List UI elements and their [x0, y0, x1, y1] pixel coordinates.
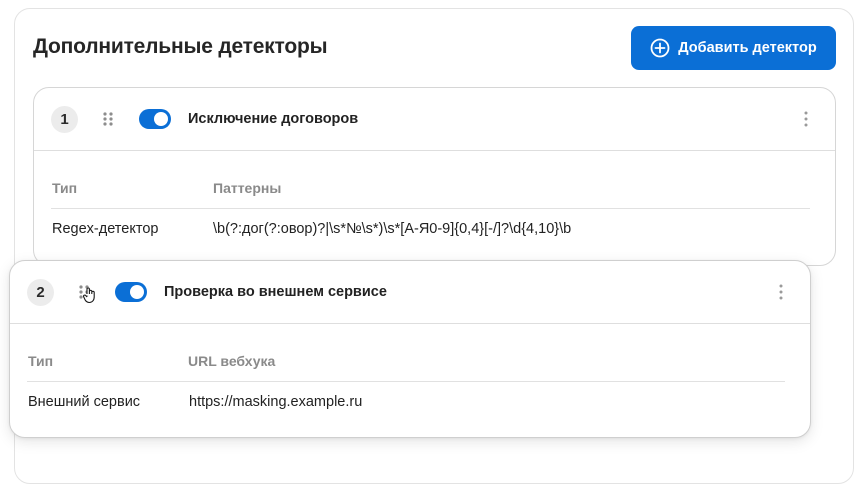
add-detector-label: Добавить детектор — [678, 40, 817, 56]
add-detector-button[interactable]: Добавить детектор — [631, 26, 836, 70]
kebab-menu-icon[interactable] — [778, 283, 784, 301]
grab-cursor-icon — [82, 286, 98, 304]
column-header-webhook-url: URL вебхука — [188, 353, 276, 369]
detector-enabled-toggle[interactable] — [115, 282, 147, 302]
detector-type-value: Внешний сервис — [28, 394, 141, 410]
column-header-patterns: Паттерны — [213, 180, 282, 196]
drag-handle-icon[interactable] — [102, 111, 114, 127]
column-header-type: Тип — [28, 353, 54, 369]
detector-card: 1 Исключение договоров Тип Паттерны Rege… — [33, 87, 836, 266]
detector-card-dragging: 2 Проверка во внешнем сервисе Тип URL ве… — [9, 260, 811, 438]
detector-title: Проверка во внешнем сервисе — [164, 284, 387, 300]
plus-circle-icon — [650, 38, 670, 58]
detector-pattern-value: \b(?:дог(?:овор)?|\s*№\s*)\s*[А-Я0-9]{0,… — [213, 221, 572, 237]
detector-webhook-value: https://masking.example.ru — [189, 394, 363, 410]
detector-card-header: 2 Проверка во внешнем сервисе — [10, 261, 810, 324]
detector-enabled-toggle[interactable] — [139, 109, 171, 129]
detector-type-value: Regex-детектор — [52, 221, 159, 237]
kebab-menu-icon[interactable] — [803, 110, 809, 128]
row-divider — [51, 208, 810, 209]
detector-number-badge: 2 — [27, 279, 54, 306]
detector-number-badge: 1 — [51, 106, 78, 133]
column-header-type: Тип — [52, 180, 78, 196]
detector-title: Исключение договоров — [188, 111, 359, 127]
row-divider — [27, 381, 785, 382]
panel-title: Дополнительные детекторы — [33, 35, 328, 58]
detector-card-header: 1 Исключение договоров — [34, 88, 835, 151]
